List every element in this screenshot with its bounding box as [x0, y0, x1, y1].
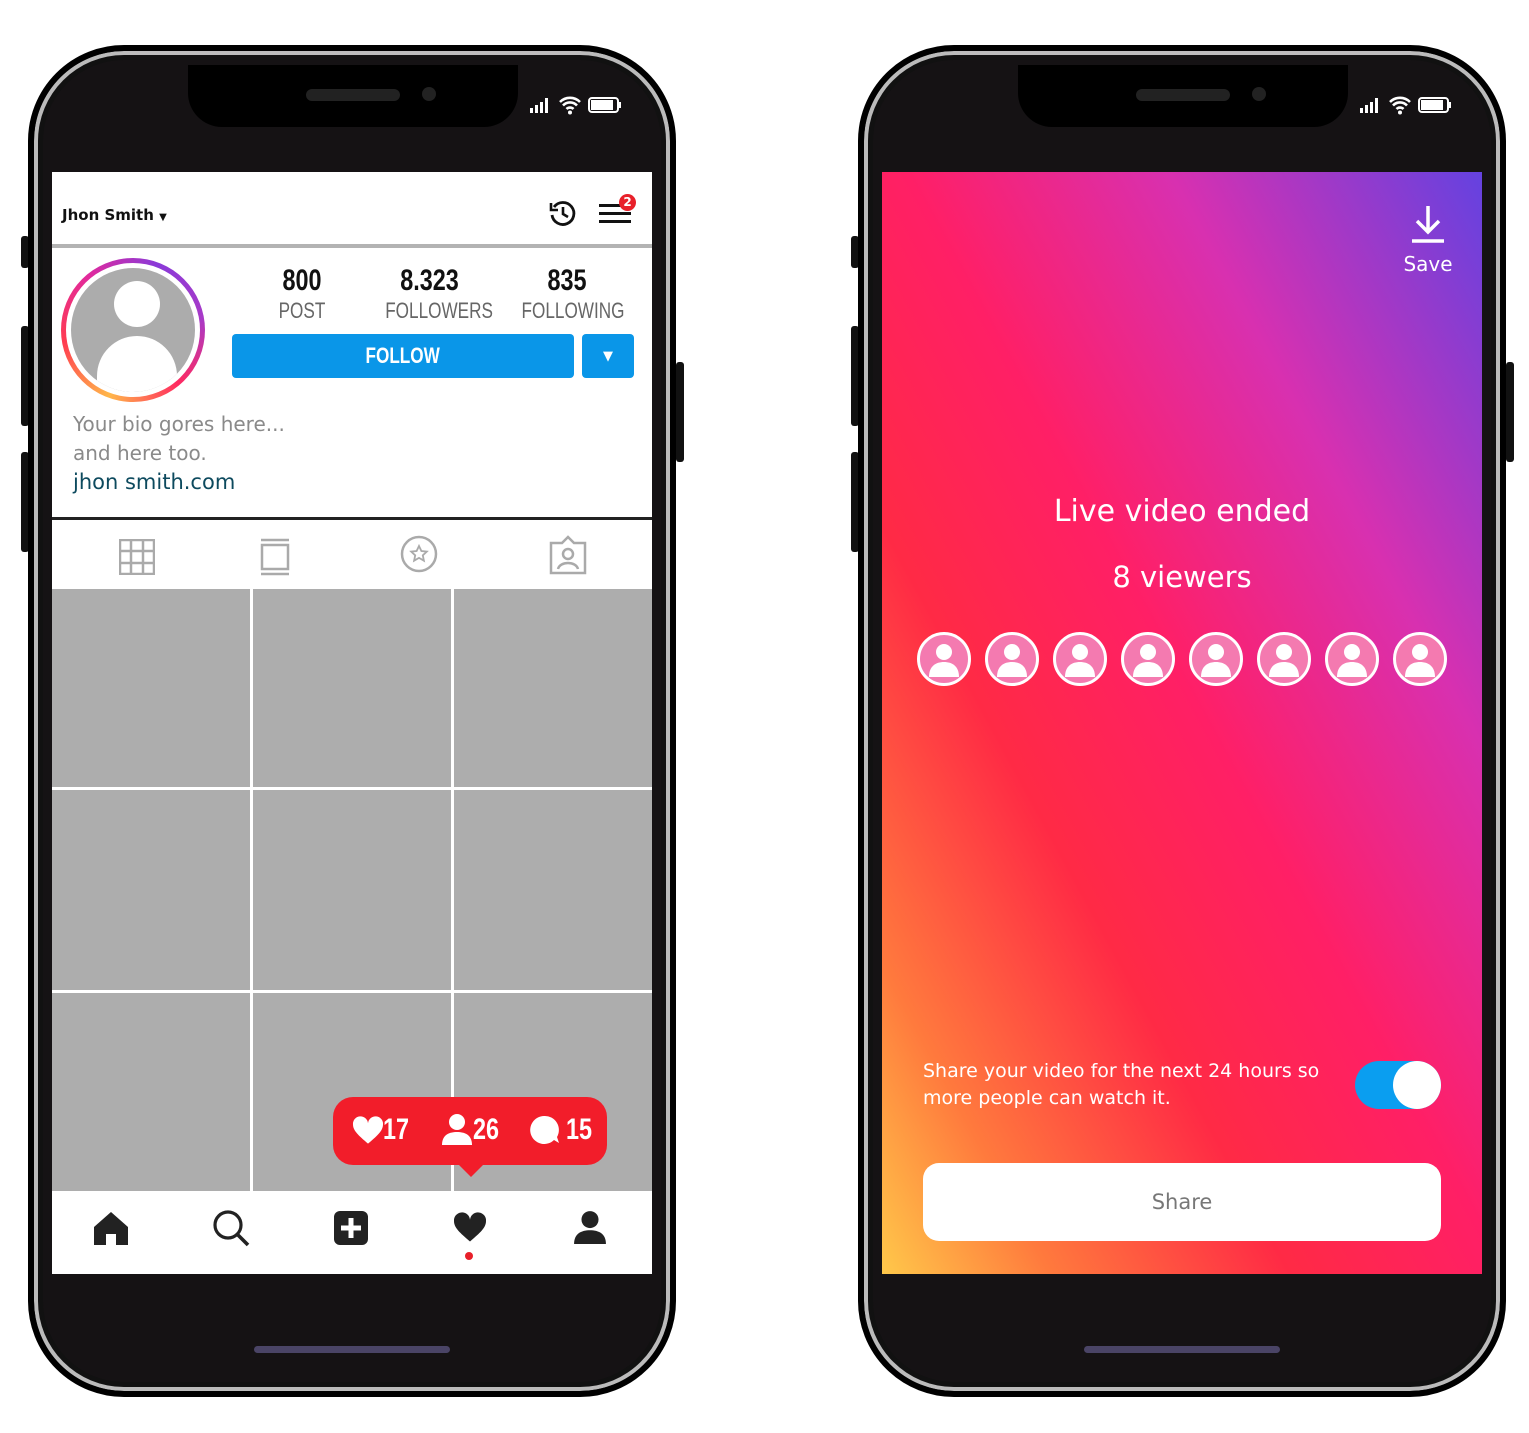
stat-followers[interactable]: 8.323 FOLLOWERS — [370, 264, 493, 324]
home-indicator — [254, 1346, 450, 1353]
stat-value: 800 — [282, 264, 322, 297]
comment-icon — [530, 1115, 559, 1144]
search-icon[interactable] — [212, 1209, 250, 1247]
user-icon — [1201, 644, 1231, 677]
viewers-count: 8 viewers — [1112, 560, 1252, 594]
stat-value: 8.323 — [400, 264, 460, 297]
heart-icon — [352, 1116, 384, 1144]
follow-options-button[interactable]: ▼ — [582, 334, 634, 378]
activity-popup[interactable]: 17 26 15 — [333, 1097, 607, 1177]
caret-down-icon: ▼ — [603, 349, 613, 364]
home-indicator — [1084, 1346, 1280, 1353]
share-24h-toggle[interactable] — [1355, 1061, 1441, 1109]
stat-posts[interactable]: 800 POST — [242, 264, 362, 324]
share-button[interactable]: Share — [923, 1163, 1441, 1241]
caret-down-icon: ▼ — [159, 212, 167, 223]
notification-badge: 2 — [619, 194, 636, 211]
post-thumbnail[interactable] — [52, 993, 250, 1193]
viewer-avatar[interactable] — [1121, 632, 1175, 686]
live-ended-title: Live video ended — [1053, 494, 1311, 529]
battery-icon — [588, 97, 621, 113]
post-thumbnail[interactable] — [52, 589, 250, 787]
profile-icon[interactable] — [573, 1210, 607, 1244]
user-icon — [997, 644, 1027, 677]
profile-screen: Jhon Smith ▼ 2 800 POST 8.323 FOLLOWERS 83… — [52, 172, 652, 1274]
user-icon — [1269, 644, 1299, 677]
user-placeholder-icon — [71, 268, 195, 392]
status-bar — [530, 95, 622, 115]
activity-dot — [465, 1252, 473, 1260]
stat-label: FOLLOWING — [521, 298, 625, 323]
post-thumbnail[interactable] — [253, 589, 451, 787]
save-button[interactable]: Save — [1392, 204, 1464, 276]
popup-pointer — [457, 1163, 485, 1177]
phone-profile: Jhon Smith ▼ 2 800 POST 8.323 FOLLOWERS 83… — [28, 45, 676, 1397]
profile-tabs — [52, 521, 652, 589]
power-button — [1506, 362, 1514, 462]
status-bar — [1360, 95, 1452, 115]
live-ended-screen: Save Live video ended 8 viewers Share yo… — [882, 172, 1482, 1274]
profile-header: Jhon Smith ▼ 2 — [52, 172, 652, 248]
wifi-icon — [559, 96, 581, 115]
signal-icon — [530, 98, 548, 113]
notch — [1018, 65, 1348, 127]
stat-following[interactable]: 835 FOLLOWING — [507, 264, 627, 324]
viewer-avatar[interactable] — [1053, 632, 1107, 686]
power-button — [676, 362, 684, 462]
toggle-knob — [1393, 1061, 1441, 1109]
bio-line: Your bio gores here... — [73, 412, 285, 436]
add-post-icon[interactable] — [334, 1211, 368, 1245]
viewer-avatar[interactable] — [1257, 632, 1311, 686]
user-icon — [1065, 644, 1095, 677]
viewer-avatar[interactable] — [917, 632, 971, 686]
download-icon — [1412, 206, 1444, 243]
tab-tagged-icon[interactable] — [549, 535, 587, 575]
avatar[interactable] — [61, 258, 205, 402]
comments-count: 15 — [566, 1113, 593, 1146]
viewer-avatar[interactable] — [1393, 632, 1447, 686]
post-thumbnail[interactable] — [454, 790, 652, 990]
follow-button[interactable]: FOLLOW — [232, 334, 574, 378]
user-icon — [929, 644, 959, 677]
stat-value: 835 — [547, 264, 587, 297]
account-switcher[interactable]: Jhon Smith ▼ — [62, 206, 167, 224]
profile-info: 800 POST 8.323 FOLLOWERS 835 FOLLOWING FOLL… — [52, 248, 652, 520]
wifi-icon — [1389, 96, 1411, 115]
phone-live-ended: Save Live video ended 8 viewers Share yo… — [858, 45, 1506, 1397]
tab-saved-star-icon[interactable] — [400, 535, 438, 573]
share-label: Share — [1151, 1190, 1213, 1214]
save-label: Save — [1403, 252, 1453, 276]
follower-icon — [442, 1114, 472, 1145]
website-link[interactable]: jhon smith.com — [73, 470, 235, 494]
post-thumbnail[interactable] — [253, 790, 451, 990]
viewer-avatar[interactable] — [985, 632, 1039, 686]
tab-feed-icon[interactable] — [260, 538, 290, 576]
viewer-avatar[interactable] — [1189, 632, 1243, 686]
stat-label: POST — [278, 298, 326, 323]
stat-label: FOLLOWERS — [385, 298, 493, 323]
signal-icon — [1360, 98, 1378, 113]
activity-heart-icon[interactable] — [452, 1211, 488, 1243]
menu-button[interactable]: 2 — [599, 194, 636, 230]
user-icon — [1405, 644, 1435, 677]
bio-line: and here too. — [73, 441, 207, 465]
home-icon[interactable] — [93, 1211, 129, 1245]
bio: Your bio gores here... and here too. — [73, 410, 285, 468]
battery-icon — [1418, 97, 1451, 113]
bottom-nav — [52, 1191, 652, 1274]
tab-grid-icon[interactable] — [119, 539, 155, 575]
username: Jhon Smith — [62, 206, 154, 224]
post-thumbnail[interactable] — [454, 589, 652, 787]
user-icon — [1337, 644, 1367, 677]
likes-count: 17 — [383, 1113, 410, 1146]
history-icon[interactable] — [548, 198, 578, 228]
followers-count: 26 — [473, 1113, 500, 1146]
post-thumbnail[interactable] — [52, 790, 250, 990]
user-icon — [1133, 644, 1163, 677]
viewer-avatar[interactable] — [1325, 632, 1379, 686]
share-description: Share your video for the next 24 hours s… — [923, 1060, 1320, 1109]
follow-label: FOLLOW — [365, 343, 441, 368]
notch — [188, 65, 518, 127]
